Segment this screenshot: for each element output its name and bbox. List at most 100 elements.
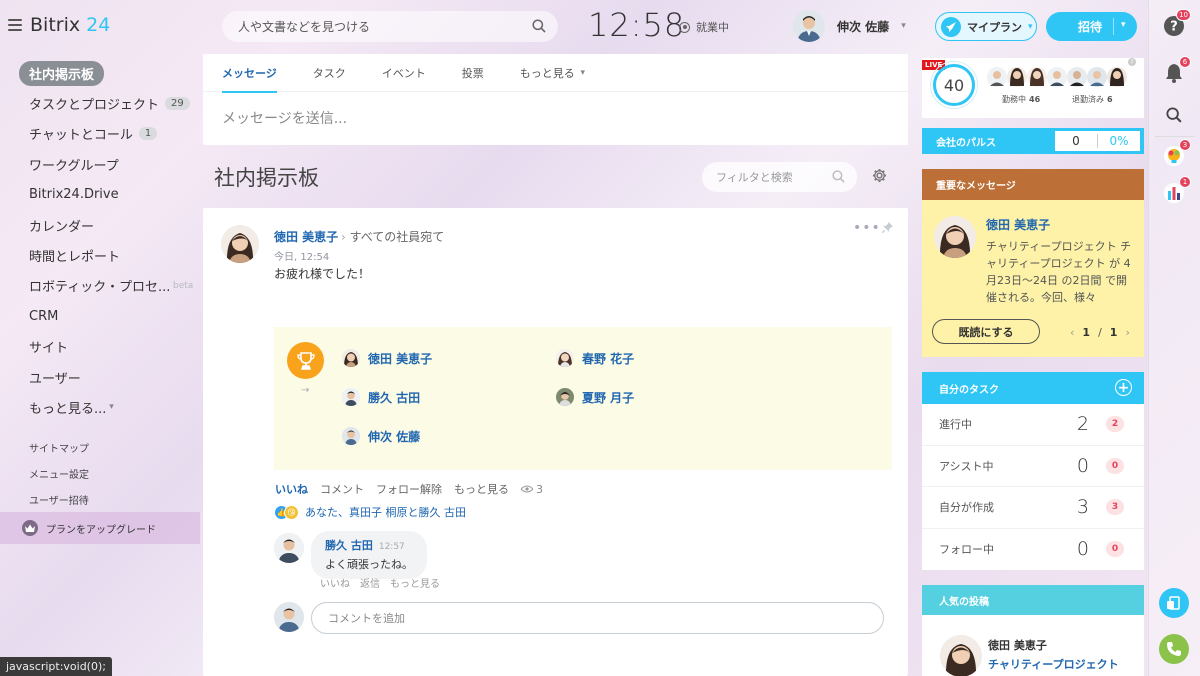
beta-tag: beta <box>173 280 194 291</box>
call-button[interactable] <box>1159 634 1189 664</box>
sidebar-sitemap-link[interactable]: サイトマップ <box>0 435 200 461</box>
search-button[interactable] <box>1161 102 1187 128</box>
browser-status-bar: javascript:void(0); <box>0 657 112 676</box>
avatar[interactable] <box>934 216 976 258</box>
company-pulse-widget[interactable]: 会社のパルス 0 0% <box>922 128 1144 154</box>
sidebar-item-calendar[interactable]: カレンダー <box>0 210 200 240</box>
chevron-right-icon[interactable]: › <box>1125 326 1129 339</box>
working-count: 勤務中 46 <box>1002 95 1041 104</box>
comment-bubble: 勝久 古田 12:57 よく頑張ったね。 <box>311 531 427 579</box>
user-name: 伸次 佐藤 <box>837 19 890 34</box>
grat-user[interactable]: 勝久 古田 <box>342 388 420 406</box>
task-row-following[interactable]: フォロー中 0 0 <box>922 529 1144 571</box>
sidebar-item-chat[interactable]: チャットとコール 1 <box>0 119 200 149</box>
gear-icon[interactable] <box>872 168 887 186</box>
search-icon[interactable] <box>532 19 546 36</box>
popular-posts-title: 人気の投稿 <box>922 585 1144 615</box>
comment-author[interactable]: 勝久 古田 <box>325 539 373 552</box>
sidebar-item-tasks[interactable]: タスクとプロジェクト 29 <box>0 88 200 118</box>
clock[interactable]: 12:58 <box>588 6 685 44</box>
avatar <box>274 602 304 632</box>
chevron-down-icon: ▾ <box>574 67 586 78</box>
message-input[interactable]: メッセージを送信... <box>203 92 908 144</box>
notifications-button[interactable]: 6 <box>1161 56 1191 86</box>
avatar[interactable] <box>940 635 982 676</box>
avatar[interactable] <box>221 225 259 263</box>
post-destination[interactable]: › すべての社員宛て <box>341 228 444 245</box>
chevron-down-icon: ▾ <box>901 21 906 31</box>
live-attendance-widget[interactable]: LIVE 40 勤務中 46 退勤済み 6 ? <box>922 58 1144 118</box>
tab-more[interactable]: もっと見る ▾ <box>520 54 585 92</box>
sidebar-item-users[interactable]: ユーザー <box>0 362 200 392</box>
comment-button[interactable]: コメント <box>320 481 364 497</box>
open-lines-button[interactable] <box>1159 588 1189 618</box>
task-row-in-progress[interactable]: 進行中 2 2 <box>922 404 1144 446</box>
app-launcher-button[interactable]: 3 <box>1161 139 1191 169</box>
important-message-text[interactable]: チャリティープロジェクト チャリティープロジェクト が 4月23日〜24日 の2… <box>986 238 1136 306</box>
pin-icon[interactable] <box>881 222 893 236</box>
chevron-down-icon: ▾ <box>106 402 114 413</box>
reactions-summary[interactable]: 👍 😘 あなた、真田子 桐原と勝久 古田 <box>274 504 466 520</box>
sidebar-item-drive[interactable]: Bitrix24.Drive <box>0 180 200 210</box>
chevron-down-icon[interactable]: ▾ <box>1121 20 1126 30</box>
important-pager: ‹ 1/1 › <box>1070 326 1130 339</box>
grat-user[interactable]: 伸次 佐藤 <box>342 427 420 445</box>
comment-input[interactable]: コメントを追加 <box>311 602 884 634</box>
more-options-icon[interactable]: ••• <box>853 220 881 236</box>
views-counter[interactable]: 3 <box>520 483 543 496</box>
sidebar-menu-settings-link[interactable]: メニュー設定 <box>0 461 200 487</box>
task-row-assisting[interactable]: アシスト中 0 0 <box>922 446 1144 487</box>
post-author[interactable]: 徳田 美恵子 <box>274 228 338 245</box>
popular-post-title[interactable]: チャリティープロジェクト <box>988 656 1119 672</box>
popular-post-author[interactable]: 徳田 美恵子 <box>988 637 1047 653</box>
add-task-icon[interactable]: + <box>1115 379 1132 396</box>
sidebar-item-more[interactable]: もっと見る... ▾ <box>0 392 200 422</box>
sidebar-item-crm[interactable]: CRM <box>0 301 200 331</box>
tab-poll[interactable]: 投票 <box>462 54 484 92</box>
search-input[interactable]: 人や文書などを見つける <box>222 11 558 42</box>
sidebar-item-rpa[interactable]: ロボティック・プロセ... beta <box>0 271 200 301</box>
important-message-author[interactable]: 徳田 美恵子 <box>986 216 1050 233</box>
sidebar-item-workgroups[interactable]: ワークグループ <box>0 149 200 179</box>
work-status[interactable]: 就業中 <box>679 19 729 35</box>
grat-user[interactable]: 夏野 月子 <box>556 388 634 406</box>
task-badge: 0 <box>1106 541 1124 558</box>
chart-app-button[interactable]: 1 <box>1161 176 1191 206</box>
comment-text: よく頑張ったね。 <box>325 558 413 571</box>
svg-text:?: ? <box>1170 20 1178 35</box>
user-menu[interactable]: 伸次 佐藤 ▾ <box>793 10 906 42</box>
unfollow-button[interactable]: フォロー解除 <box>376 481 442 497</box>
task-badge: 3 <box>1106 499 1124 516</box>
reaction-icons: 👍 😘 <box>274 504 299 520</box>
more-button[interactable]: もっと見る <box>454 481 509 497</box>
filter-search-input[interactable]: フィルタと検索 <box>702 162 857 192</box>
sidebar-invite-users-link[interactable]: ユーザー招待 <box>0 487 200 513</box>
avatar[interactable] <box>274 533 304 563</box>
tasks-count-badge: 29 <box>165 97 190 111</box>
comment-like-button[interactable]: いいね <box>320 575 350 590</box>
task-row-created[interactable]: 自分が作成 3 3 <box>922 487 1144 529</box>
grat-user[interactable]: 春野 花子 <box>556 349 634 367</box>
help-icon[interactable]: ? <box>1128 58 1136 66</box>
like-button[interactable]: いいね <box>275 481 308 497</box>
upgrade-plan-button[interactable]: プランをアップグレード <box>0 512 200 544</box>
search-icon <box>832 170 845 186</box>
menu-icon[interactable] <box>8 19 22 31</box>
tab-task[interactable]: タスク <box>313 54 346 92</box>
app-logo[interactable]: Bitrix 24 <box>8 14 110 36</box>
my-plan-button[interactable]: マイプラン ▾ <box>935 12 1037 41</box>
sidebar-item-news-feed[interactable]: 社内掲示板 <box>0 58 200 88</box>
app-badge: 1 <box>1179 176 1191 188</box>
comment-reply-button[interactable]: 返信 <box>360 575 380 590</box>
chevron-left-icon[interactable]: ‹ <box>1070 326 1074 339</box>
sidebar-item-sites[interactable]: サイト <box>0 332 200 362</box>
comment-more-button[interactable]: もっと見る <box>390 575 440 590</box>
important-messages-widget: 重要なメッセージ 徳田 美恵子 チャリティープロジェクト チャリティープロジェク… <box>922 169 1144 357</box>
sidebar-item-time-reports[interactable]: 時間とレポート <box>0 240 200 270</box>
tab-message[interactable]: メッセージ <box>222 54 277 93</box>
tab-event[interactable]: イベント <box>382 54 426 92</box>
invite-button[interactable]: 招待 ▾ <box>1046 12 1137 41</box>
help-button[interactable]: ? 10 <box>1161 9 1191 39</box>
grat-user[interactable]: 徳田 美恵子 <box>342 349 432 367</box>
mark-read-button[interactable]: 既読にする <box>932 319 1040 344</box>
